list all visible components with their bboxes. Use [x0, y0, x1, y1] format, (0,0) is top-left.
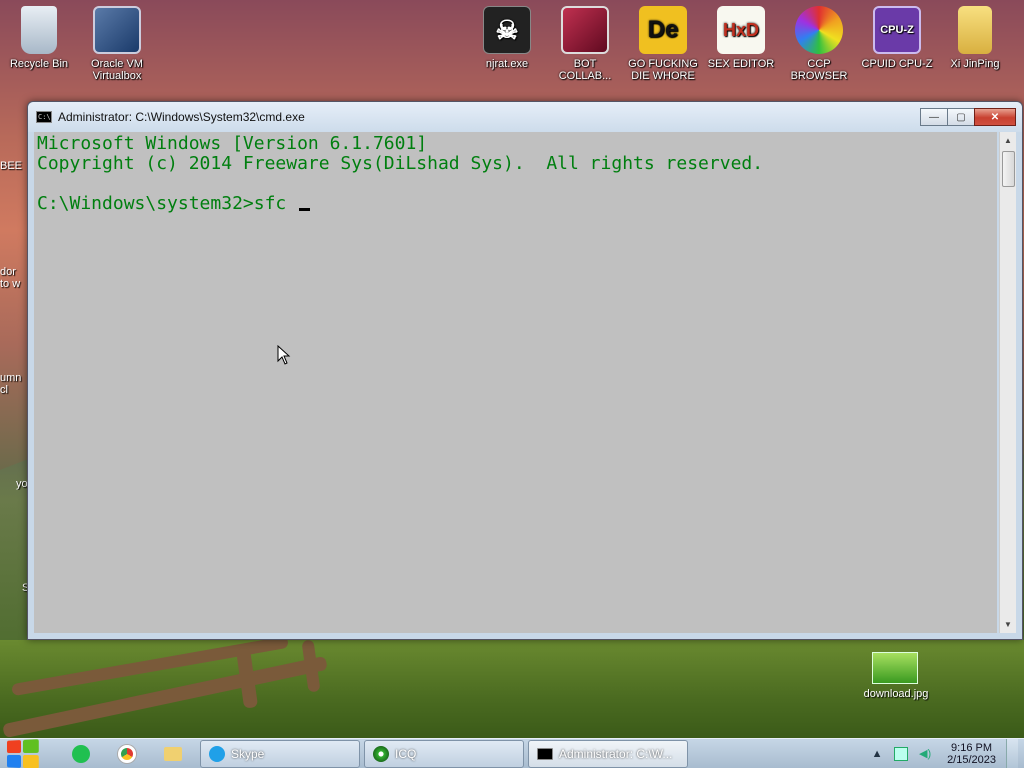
desktop-icon-label: SEX EDITOR: [707, 58, 775, 70]
desktop-icon-label: njrat.exe: [485, 58, 529, 70]
image-thumbnail-icon[interactable]: [872, 652, 918, 684]
hxd-logo-icon: HxD: [717, 6, 765, 54]
spotify-icon: [72, 744, 90, 763]
mouse-pointer-icon: [277, 345, 291, 365]
folder-icon: [164, 746, 182, 761]
clock-time: 9:16 PM: [951, 741, 993, 754]
window-titlebar[interactable]: C:\ Administrator: C:\Windows\System32\c…: [28, 102, 1022, 132]
desktop-icon-njrat[interactable]: ☠ njrat.exe: [468, 6, 546, 70]
desktop-icon-xi-jinping[interactable]: Xi JinPing: [936, 6, 1014, 70]
taskbar-button-label: Administrator: C:\W...: [559, 746, 673, 761]
console-output[interactable]: Microsoft Windows [Version 6.1.7601] Copy…: [34, 132, 997, 633]
close-button[interactable]: ✕: [974, 108, 1016, 126]
desktop-icon-label: download.jpg: [863, 688, 929, 700]
vertical-scrollbar[interactable]: ▲ ▼: [999, 132, 1016, 633]
desktop-icon-partial[interactable]: umn cl: [0, 372, 30, 396]
pinned-explorer[interactable]: [150, 739, 196, 768]
desktop-icon-label: to w: [0, 278, 21, 290]
cmd-icon: C:\: [36, 111, 52, 123]
desktop-icon-label: cl: [0, 384, 8, 396]
folder-user-icon: [958, 6, 992, 54]
desktop-icon-label: BOT COLLAB...: [558, 58, 612, 82]
pinned-spotify[interactable]: [58, 739, 104, 768]
desktop-icon-recycle-bin[interactable]: Recycle Bin: [0, 6, 78, 70]
desktop-icon-label: dor: [0, 266, 16, 278]
desktop-icon-label: CCP BROWSER: [790, 58, 848, 82]
skull-icon: ☠: [483, 6, 531, 54]
desktop-icon-label: Xi JinPing: [950, 58, 1000, 70]
cpuz-icon: CPU-Z: [873, 6, 921, 54]
scroll-down-arrow-icon[interactable]: ▼: [1000, 616, 1016, 633]
desktop-icon-ccp-browser[interactable]: CCP BROWSER: [780, 6, 858, 82]
desktop-icon-label: Recycle Bin: [9, 58, 69, 70]
recycle-bin-icon: [21, 6, 57, 54]
console-line: ​: [37, 174, 994, 194]
taskbar: Skype ICQ Administrator: C:\W... ▲ ◀) 9:…: [0, 738, 1024, 768]
taskbar-button-label: Skype: [231, 746, 265, 761]
minimize-button[interactable]: —: [920, 108, 948, 126]
icq-icon: [373, 745, 389, 762]
taskbar-button-skype[interactable]: Skype: [200, 739, 360, 768]
desktop-icon-partial[interactable]: yo: [0, 478, 30, 490]
maximize-button[interactable]: ▢: [947, 108, 975, 126]
desktop-icon-partial[interactable]: BEE: [0, 160, 30, 172]
taskbar-button-cmd[interactable]: Administrator: C:\W...: [528, 739, 688, 768]
system-tray: ▲ ◀) 9:16 PM 2/15/2023: [865, 738, 1024, 768]
skype-icon: [209, 745, 225, 762]
desktop-icon-sex-editor[interactable]: HxD SEX EDITOR: [702, 6, 780, 70]
desktop-icon-die[interactable]: De GO FUCKING DIE WHORE: [624, 6, 702, 82]
desktop-icon-virtualbox[interactable]: Oracle VM Virtualbox: [78, 6, 156, 82]
desktop-icon-label: yo: [16, 478, 28, 490]
desktop-icon-label: BEE: [0, 160, 23, 172]
desktop-icon-bot-collab[interactable]: BOT COLLAB...: [546, 6, 624, 82]
chrome-icon: [118, 744, 136, 763]
console-line: Copyright (c) 2014 Freeware Sys(DiLshad …: [37, 153, 764, 174]
desktop-icon-label: GO FUCKING DIE WHORE: [628, 58, 698, 82]
desktop-icon-cpuz[interactable]: CPU-Z CPUID CPU-Z: [858, 6, 936, 70]
desktop-icon-partial[interactable]: dor to w: [0, 266, 30, 290]
scrollbar-thumb[interactable]: [1002, 151, 1015, 187]
scroll-up-arrow-icon[interactable]: ▲: [1000, 132, 1016, 149]
browser-logo-icon: [795, 6, 843, 54]
pinned-chrome[interactable]: [104, 739, 150, 768]
cmd-icon: [537, 747, 553, 760]
cmd-window[interactable]: C:\ Administrator: C:\Windows\System32\c…: [27, 101, 1023, 640]
clock-date: 2/15/2023: [947, 753, 996, 766]
die-logo-icon: De: [639, 6, 687, 54]
monitor-icon: [561, 6, 609, 54]
start-button[interactable]: [0, 738, 44, 768]
console-prompt: C:\Windows\system32>sfc: [37, 193, 298, 214]
volume-icon[interactable]: ◀): [918, 747, 932, 761]
desktop-icon-label: umn: [0, 372, 22, 384]
windows-logo-icon: [6, 738, 39, 768]
text-cursor: [299, 208, 311, 211]
desktop-icon-label: Oracle VM Virtualbox: [91, 58, 143, 82]
desktop-icon-label: CPUID CPU-Z: [861, 58, 933, 70]
window-title: Administrator: C:\Windows\System32\cmd.e…: [58, 110, 305, 124]
show-hidden-icons-arrow-icon[interactable]: ▲: [870, 747, 884, 761]
network-icon[interactable]: [894, 746, 909, 761]
taskbar-button-icq[interactable]: ICQ: [364, 739, 524, 768]
console-prompt-line: C:\Windows\system32>sfc: [37, 194, 994, 214]
window-controls: — ▢ ✕: [920, 108, 1016, 126]
clock[interactable]: 9:16 PM 2/15/2023: [937, 742, 1006, 766]
desktop-icon-partial[interactable]: S: [0, 582, 30, 594]
show-desktop-button[interactable]: [1006, 738, 1018, 768]
taskbar-button-label: ICQ: [395, 746, 417, 761]
console-line: Microsoft Windows [Version 6.1.7601]: [37, 133, 428, 154]
virtualbox-icon: [93, 6, 141, 54]
